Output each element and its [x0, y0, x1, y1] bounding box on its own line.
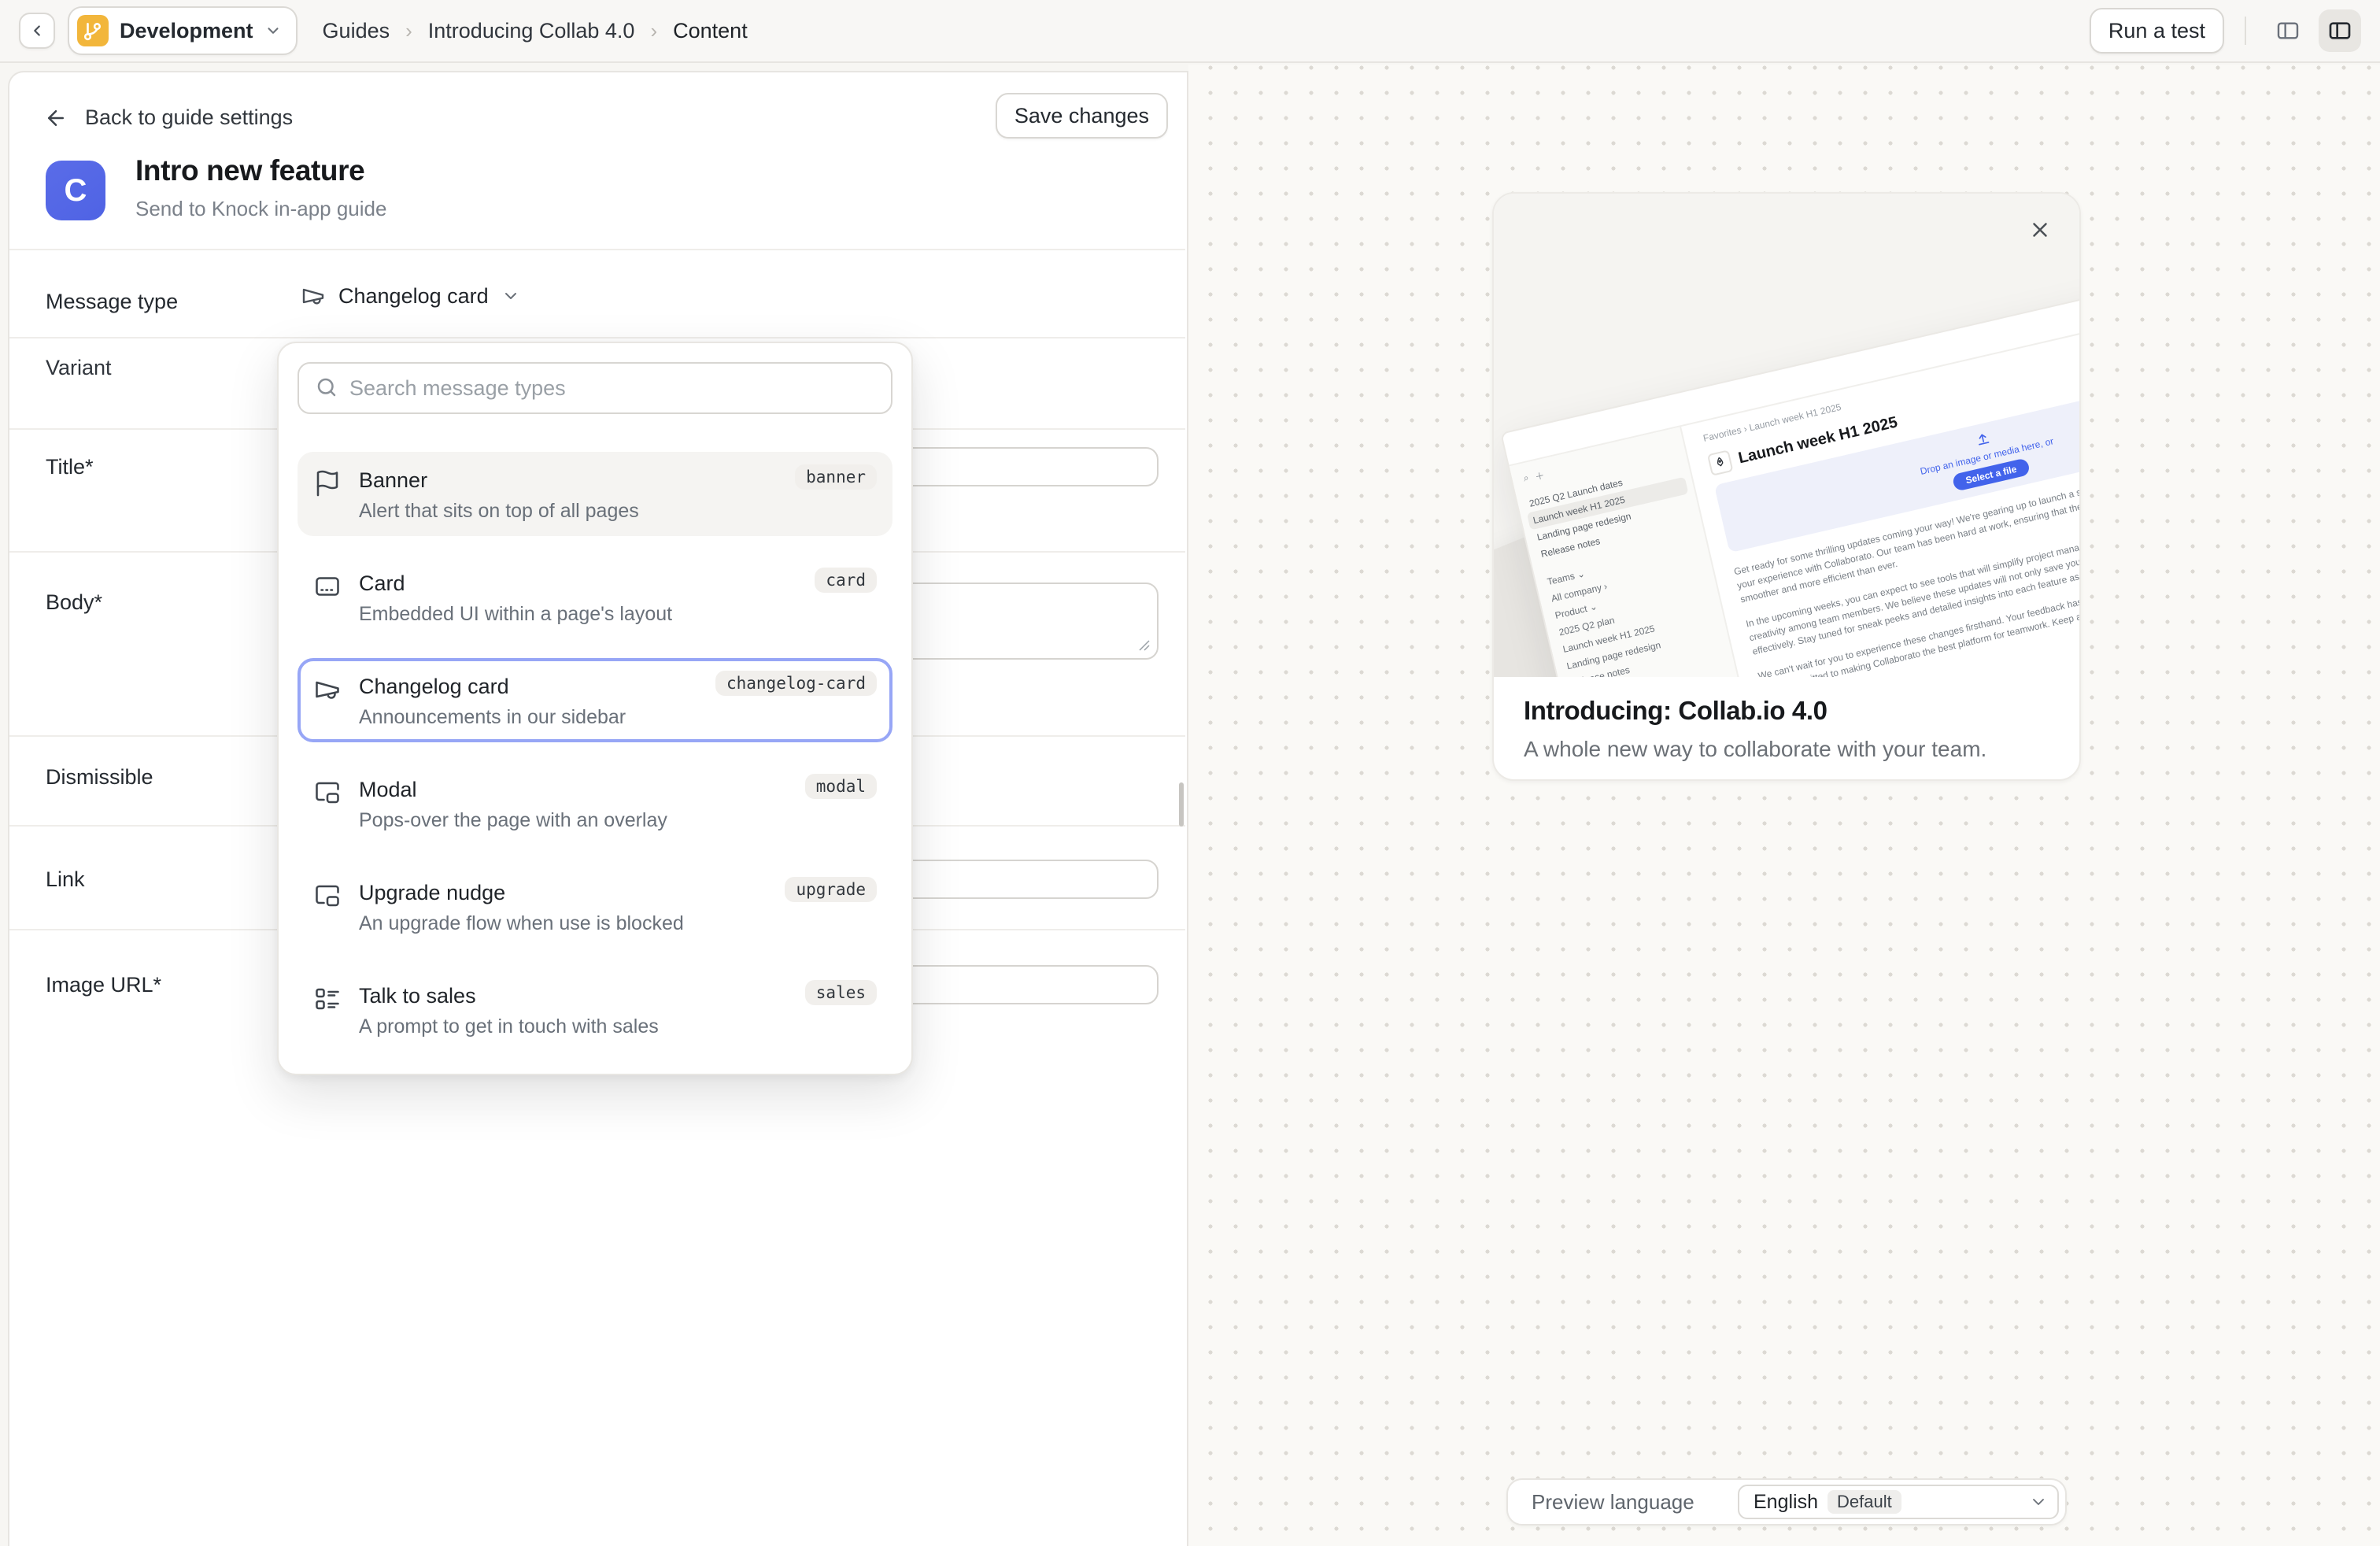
preview-card-subtitle: A whole new way to collaborate with your…: [1524, 737, 1986, 762]
variant-label: Variant: [46, 356, 112, 380]
run-test-button[interactable]: Run a test: [2090, 8, 2224, 54]
chevron-left-icon: [28, 22, 46, 39]
breadcrumb-separator-icon: ›: [405, 19, 412, 43]
back-to-guide-settings[interactable]: Back to guide settings: [44, 105, 293, 130]
content-editor-panel: Back to guide settings Save changes C In…: [8, 71, 1188, 1546]
option-badge: modal: [805, 774, 877, 799]
message-type-option-talk-to-sales[interactable]: Talk to sales A prompt to get in touch w…: [298, 967, 893, 1052]
back-button[interactable]: [19, 13, 55, 49]
preview-card-title: Introducing: Collab.io 4.0: [1524, 696, 1828, 726]
breadcrumb-separator-icon: ›: [650, 19, 657, 43]
megaphone-icon: [313, 675, 342, 730]
toggle-right-panel-button[interactable]: [2319, 9, 2361, 52]
app: Development Guides › Introducing Collab …: [0, 0, 2380, 1546]
panel-right-icon: [2327, 18, 2352, 43]
resize-handle-icon[interactable]: [1138, 639, 1151, 652]
preview-language-value: English: [1754, 1491, 1818, 1514]
mock-add-icon: ＋: [1534, 468, 1547, 483]
divider: [9, 249, 1185, 250]
mock-screenshot: Share ⌕＋ 2025 Q2 Launch dates Launch wee…: [1500, 220, 2079, 677]
environment-switcher[interactable]: Development: [68, 6, 298, 55]
option-desc: Pops-over the page with an overlay: [359, 808, 667, 833]
option-title: Banner: [359, 468, 427, 492]
link-label: Link: [46, 867, 85, 892]
message-type-select[interactable]: Changelog card: [301, 283, 520, 309]
message-type-option-changelog-card[interactable]: Changelog card Announcements in our side…: [298, 658, 893, 742]
dismissible-label: Dismissible: [46, 765, 153, 790]
message-type-option-upgrade-nudge[interactable]: Upgrade nudge An upgrade flow when use i…: [298, 864, 893, 949]
message-type-option-card[interactable]: Card Embedded UI within a page's layout …: [298, 555, 893, 639]
option-desc: Embedded UI within a page's layout: [359, 601, 672, 627]
option-title: Modal: [359, 778, 417, 801]
card-icon: [313, 572, 342, 627]
upgrade-icon: [313, 882, 342, 936]
flag-icon: [313, 469, 342, 523]
close-icon: [2028, 218, 2052, 242]
message-type-value: Changelog card: [338, 284, 489, 309]
scrollbar-thumb[interactable]: [1179, 782, 1184, 827]
save-changes-button[interactable]: Save changes: [996, 93, 1168, 139]
close-button[interactable]: [2023, 213, 2057, 247]
panel-left-icon: [2275, 18, 2301, 43]
preview-language-bar: Preview language English Default: [1506, 1478, 2067, 1526]
option-badge: changelog-card: [715, 671, 877, 696]
title-label: Title*: [46, 455, 94, 479]
breadcrumb-guides[interactable]: Guides: [323, 19, 390, 43]
breadcrumb-guide-name[interactable]: Introducing Collab 4.0: [428, 19, 635, 43]
chevron-down-icon: [2029, 1492, 2048, 1511]
preview-language-select[interactable]: English Default: [1738, 1485, 2059, 1519]
back-to-guide-settings-label: Back to guide settings: [85, 105, 293, 130]
option-desc: Announcements in our sidebar: [359, 705, 626, 730]
search-icon: [315, 375, 338, 399]
mock-search-icon: ⌕: [1522, 472, 1530, 486]
preview-image: Share ⌕＋ 2025 Q2 Launch dates Launch wee…: [1494, 194, 2079, 677]
environment-label: Development: [120, 19, 253, 43]
modal-icon: [313, 779, 342, 833]
breadcrumb-content[interactable]: Content: [673, 19, 748, 43]
search-input[interactable]: [349, 364, 878, 412]
option-desc: A prompt to get in touch with sales: [359, 1014, 659, 1039]
option-title: Upgrade nudge: [359, 881, 505, 904]
topbar-actions: Run a test: [2090, 8, 2361, 54]
option-title: Talk to sales: [359, 984, 476, 1008]
topbar: Development Guides › Introducing Collab …: [0, 0, 2380, 63]
option-desc: An upgrade flow when use is blocked: [359, 911, 684, 936]
mock-rocket-icon: [1707, 449, 1734, 476]
preview-language-default-badge: Default: [1828, 1490, 1901, 1514]
git-branch-icon: [77, 15, 109, 46]
message-type-option-modal[interactable]: Modal Pops-over the page with an overlay…: [298, 761, 893, 845]
guide-subtitle: Send to Knock in-app guide: [135, 197, 386, 221]
guide-avatar: C: [46, 161, 105, 220]
toggle-left-panel-button[interactable]: [2267, 9, 2309, 52]
search-box: [298, 362, 893, 414]
preview-language-label: Preview language: [1532, 1490, 1694, 1515]
option-badge: card: [815, 568, 877, 593]
mock-upload-icon: [1975, 431, 1992, 448]
preview-card: Share ⌕＋ 2025 Q2 Launch dates Launch wee…: [1492, 192, 2081, 781]
option-badge: upgrade: [785, 877, 877, 902]
guide-title: Intro new feature: [135, 154, 364, 187]
option-badge: sales: [805, 980, 877, 1005]
message-type-label: Message type: [46, 290, 178, 314]
preview-panel: Share ⌕＋ 2025 Q2 Launch dates Launch wee…: [1188, 65, 2380, 1546]
image-url-label: Image URL*: [46, 973, 161, 997]
divider: [9, 337, 1185, 338]
option-badge: banner: [795, 464, 877, 490]
option-title: Card: [359, 571, 405, 595]
option-title: Changelog card: [359, 675, 509, 698]
chevron-down-icon: [501, 287, 520, 305]
chevron-down-icon: [264, 22, 282, 39]
topbar-divider: [2245, 17, 2246, 45]
message-type-option-banner[interactable]: Banner Alert that sits on top of all pag…: [298, 452, 893, 536]
form-rows-icon: [313, 985, 342, 1039]
body-label: Body*: [46, 590, 102, 615]
megaphone-icon: [301, 283, 326, 309]
message-type-dropdown: Banner Alert that sits on top of all pag…: [277, 342, 913, 1075]
breadcrumb: Guides › Introducing Collab 4.0 › Conten…: [323, 19, 748, 43]
option-desc: Alert that sits on top of all pages: [359, 498, 639, 523]
arrow-left-icon: [44, 106, 68, 130]
